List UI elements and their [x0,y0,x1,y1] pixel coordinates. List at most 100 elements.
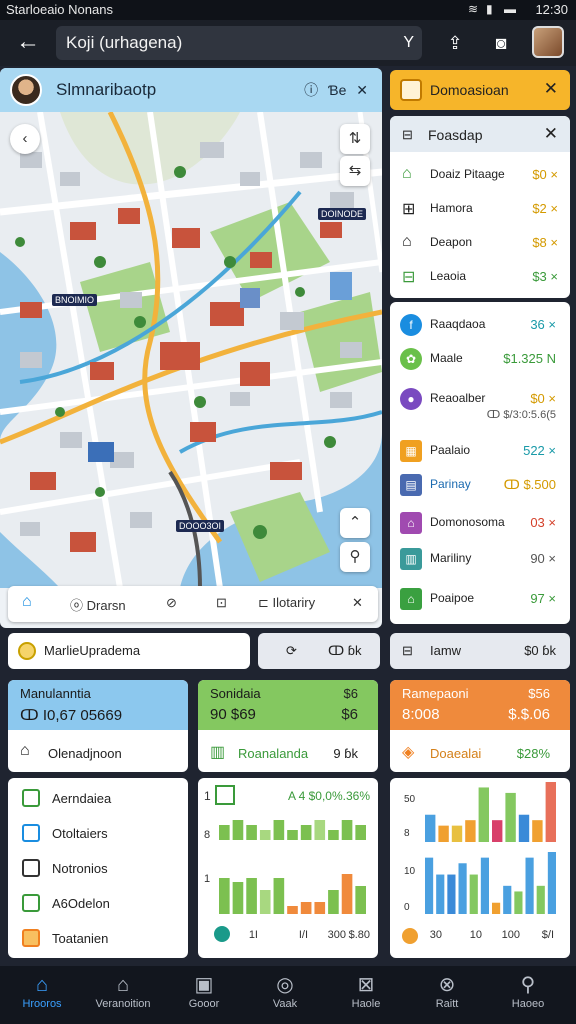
list-item-value: 03 × [530,515,556,530]
right-top-close-icon[interactable]: ✕ [544,79,558,99]
map-tool-1[interactable]: ⓞ Drarsn [70,595,126,614]
list-item[interactable]: ⊟ Leaoia $3 × [390,260,570,294]
filter-icon[interactable]: Y [403,26,414,60]
list-item-value: 90 × [530,551,556,566]
map-header: Slmnaribaotp ⓘ Ɓe ✕ [0,68,382,112]
list-item[interactable]: ✿ Maale $1.325 N [390,342,570,378]
chart-bar [536,885,545,914]
search-input[interactable]: Koji (urhagena) Y [56,26,422,60]
list-item-label: Deapon [430,235,473,249]
map-zoom-in-button[interactable]: ⌃ [340,508,370,538]
item-strip[interactable]: ⊟ Iamw $0 ɓk [390,633,570,669]
bar-chart-green: 1 A 4 $0,0%.36% 8 1 1I I/I 300 $.80 [204,785,370,942]
calendar-icon: ▥ [400,548,422,570]
tool-icon [22,824,40,842]
nav-item-7[interactable]: ⚲ Haoeo [492,972,564,1020]
list-item[interactable]: Notronios [8,852,188,886]
market-strip[interactable]: MarlieUpradema [8,633,250,669]
nav-icon: ⊗ [438,974,456,996]
chart-bar [465,820,476,842]
chart-bar [328,890,339,914]
navigate-icon[interactable]: ⊘ [166,595,177,611]
list-item[interactable]: A6Odelon [8,887,188,921]
stat-sub-label: Doaealai [430,746,482,761]
sync-icon[interactable]: ⟳ [286,643,297,659]
list-item[interactable]: ▥ Mariliny 90 × [390,542,570,578]
info-icon[interactable]: ⓘ [304,82,318,98]
nav-item-3[interactable]: ▣ Gooor [168,972,240,1020]
chart-tick-label: 1I [249,929,258,941]
stat-card-green[interactable]: Sonidaia 90 $69 $6 $6 ▥ Roanalanda 9 ɓk [198,680,378,772]
share-icon[interactable]: ⇪ [442,30,468,56]
nav-item-2[interactable]: ⌂ Veranoition [87,972,159,1020]
doc-icon [22,859,40,877]
building-icon [215,785,235,805]
chart-bar [232,820,244,840]
mail-icon [22,929,40,947]
pin-icon[interactable]: ⊡ [216,595,227,611]
right-list-secondary: f Raaqdaoa 36 × ✿ Maale $1.325 N ● Reaoa… [390,302,570,624]
map-tool-2[interactable]: ⊏ Ilotariry [258,595,315,611]
list-item[interactable]: ⌂ Domonosoma 03 × [390,506,570,542]
chart-bar [219,825,230,840]
stat-card-orange[interactable]: Ramepaoni 8:008 $56 $.$.06 ◈ Doaealai $2… [390,680,570,772]
list-item[interactable]: ⌂ Deapon $8 × [390,226,570,260]
nav-icon: ⊠ [357,974,375,996]
chart-bar [451,825,463,842]
list-item[interactable]: ● Reaoalber $0 × ↀ $/3:0:5.6(5 [390,382,570,430]
map-tool-2-label: Ilotariry [272,595,316,610]
list-item[interactable]: Toatanien [8,922,188,956]
stat-sub-label: Olenadjnoon [48,746,122,761]
list-item[interactable]: ▤ Parinay ↀ $.500 [390,468,570,504]
list-item[interactable]: ⊞ Hamora $2 × [390,192,570,226]
nav-label: Hrooros [22,998,62,1010]
nav-label: Raitt [435,998,459,1010]
list-item[interactable]: f Raaqdaoa 36 × [390,308,570,344]
city-map[interactable] [0,112,382,588]
list-item-label: Aerndaiea [52,791,112,806]
right-top-card[interactable]: Domoasioan ✕ [390,70,570,110]
chart-bar [492,902,501,914]
map-panel: Slmnaribaotp ⓘ Ɓe ✕ DOINODE BNOIMIO DOOO… [0,68,382,628]
chart-bar [259,890,271,914]
nav-item-4[interactable]: ◎ Vaak [249,972,321,1020]
stat-right-1: $6 [343,686,358,701]
map-search-button[interactable]: ⚲ [340,542,370,572]
chart-bar [525,857,534,914]
back-arrow-icon[interactable]: ← [14,28,42,56]
chart-bar [532,820,543,842]
record-icon[interactable]: ◙ [488,30,514,56]
list-item[interactable]: ⌂ Doaiz Pitaage $0 × [390,158,570,192]
item-strip-value: $0 ɓk [524,643,556,658]
user-avatar[interactable] [532,26,564,58]
user-icon [402,928,418,944]
list-item[interactable]: ⌂ Poaipoe 97 × [390,582,570,618]
chart-header-left: 1 [204,789,211,803]
nav-icon: ◎ [276,974,294,996]
stat-card-blue[interactable]: Manulanntia ↀ I0,67 05669 ⌂ Olenadjnoon [8,680,188,772]
status-carrier: Starloeaio Nonans [6,2,113,17]
right-list-close-icon[interactable]: ✕ [544,124,558,144]
nav-item-5[interactable]: ⊠ Haole [330,972,402,1020]
list-item[interactable]: Otoltaiers [8,817,188,851]
stat-value: ↀ I0,67 05669 [20,707,123,724]
chart-tick-label: $/I [542,929,554,941]
chart-row-label: 8 [204,829,210,841]
list-item[interactable]: ▦ Paalaio 522 × [390,434,570,470]
chart-bar [355,825,366,840]
chart-tick-label: 300 [328,929,346,941]
close-icon[interactable]: ✕ [356,82,368,98]
map-route-button[interactable]: ⇆ [340,156,370,186]
stat-sub-value: $28% [516,746,550,761]
toolbar-close-icon[interactable]: ✕ [352,595,363,611]
coin-icon [18,642,36,660]
nav-item-1[interactable]: ⌂ Hrooros [6,972,78,1020]
battery-icon: ▬ [504,2,516,16]
avatar[interactable] [10,74,42,106]
home-icon[interactable]: ⌂ [22,593,32,611]
map-back-button[interactable]: ‹ [10,124,40,154]
list-item[interactable]: Aerndaiea [8,782,188,816]
nav-item-6[interactable]: ⊗ Raitt [411,972,483,1020]
map-layers-button[interactable]: ⇅ [340,124,370,154]
chart-bar [273,820,285,840]
